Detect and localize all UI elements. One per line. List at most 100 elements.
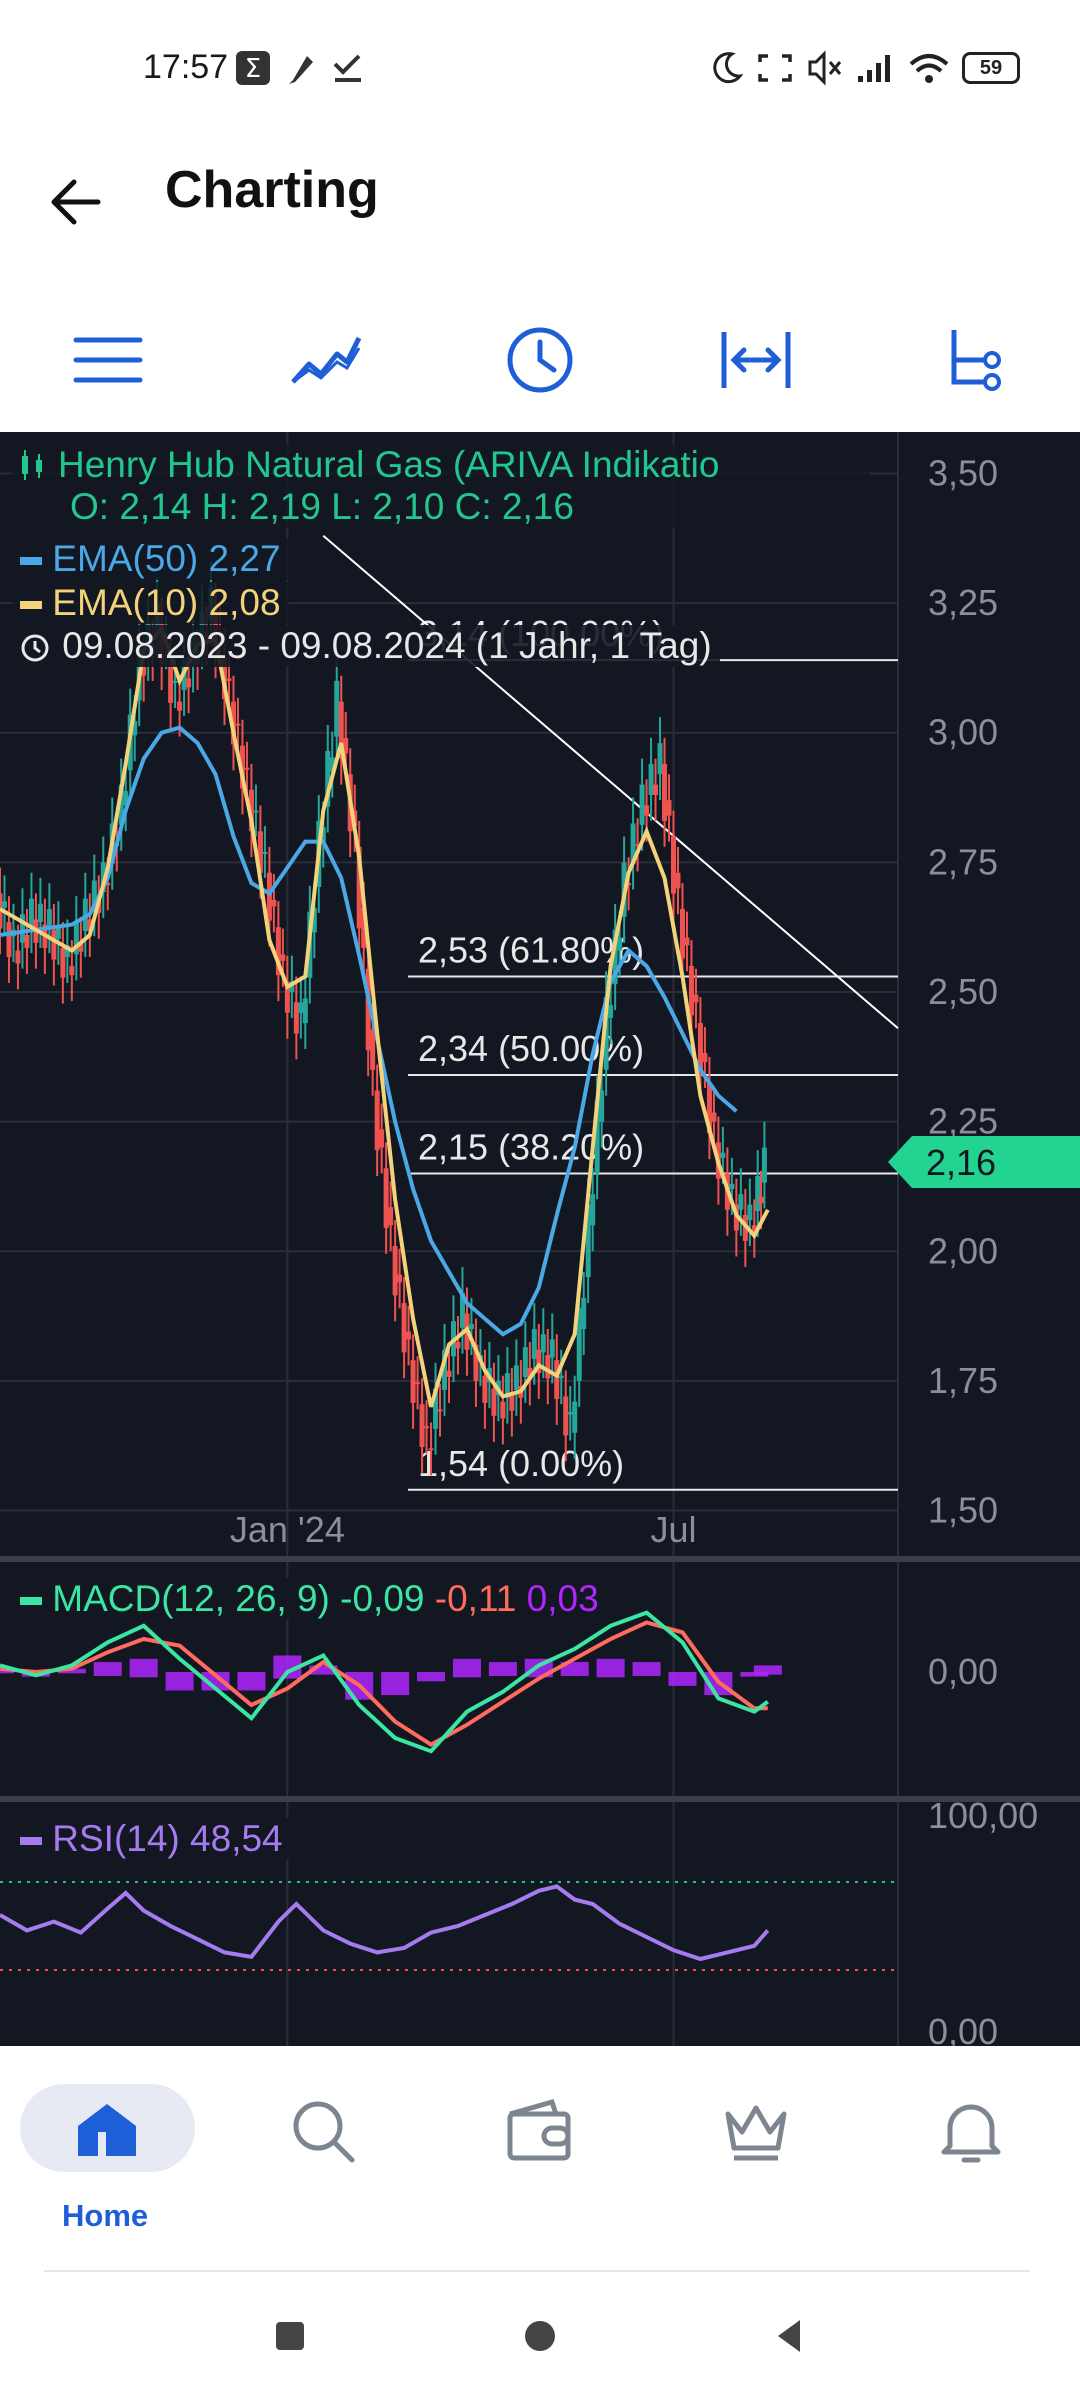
x-tick-label: Jul <box>650 1509 696 1550</box>
clock-icon[interactable] <box>500 324 580 396</box>
histogram-value: 0,03 <box>526 1578 599 1619</box>
macd-histogram-bar <box>488 1662 517 1676</box>
candle-body <box>729 1183 735 1190</box>
candle-body <box>738 1194 744 1210</box>
candle-body <box>401 1303 407 1353</box>
candle-body <box>37 903 43 922</box>
macd-value: -0,09 <box>340 1578 425 1619</box>
candle-body <box>563 1396 569 1436</box>
ema10-legend: EMA(10) 2,08 <box>12 582 289 624</box>
candle-body <box>558 1375 564 1379</box>
candle-body <box>437 1409 443 1412</box>
candle-body <box>51 929 57 960</box>
candle-body <box>383 1168 389 1228</box>
rsi-legend: RSI(14) 48,54 <box>12 1818 291 1860</box>
candle-body <box>415 1382 421 1385</box>
candle-body <box>500 1401 506 1419</box>
y-tick-label: 3,00 <box>928 712 998 753</box>
candle-body <box>666 800 672 816</box>
bell-icon[interactable] <box>938 2096 1004 2168</box>
candle-body <box>244 767 250 770</box>
page-title: Charting <box>165 161 379 219</box>
candle-body <box>19 914 25 943</box>
candle-body <box>424 1426 430 1429</box>
range-icon[interactable] <box>716 324 796 396</box>
rsi-value: 48,54 <box>190 1818 283 1859</box>
rsi-line <box>0 1884 770 1962</box>
candle-body <box>679 909 685 959</box>
macd-histogram-bar <box>237 1672 266 1691</box>
candle-body <box>271 899 277 907</box>
candle-body <box>522 1347 528 1377</box>
candle-body <box>186 678 192 688</box>
home-icon[interactable] <box>72 2100 142 2160</box>
y-tick-label: 2,75 <box>928 841 998 882</box>
candle-body <box>298 1002 304 1013</box>
candle-body <box>468 1323 474 1330</box>
nav-home-label[interactable]: Home <box>62 2198 148 2234</box>
macd-histogram-bar <box>165 1672 194 1691</box>
signal-value: -0,11 <box>434 1578 517 1619</box>
crown-icon[interactable] <box>720 2098 792 2164</box>
candle-body <box>370 1029 376 1070</box>
candle-body <box>262 852 268 854</box>
y-tick-label: 1,75 <box>928 1360 998 1401</box>
current-price-value: 2,16 <box>926 1142 997 1183</box>
macd-y-tick: 0,00 <box>928 1651 998 1692</box>
macd-histogram-bar <box>129 1658 158 1678</box>
candle-body <box>653 784 659 795</box>
rsi-label: RSI(14) <box>52 1818 180 1859</box>
chart-area[interactable]: 3,14 (100.00%)2,53 (61.80%)2,34 (50.00%)… <box>0 432 1080 2047</box>
candle-icon <box>22 450 42 480</box>
recents-square-icon[interactable] <box>274 2320 306 2352</box>
fib-level-label: 1,54 (0.00%) <box>418 1443 624 1484</box>
macd-swatch <box>20 1597 42 1606</box>
candle-body <box>334 680 340 737</box>
menu-icon[interactable] <box>68 324 148 396</box>
macd-histogram-bar <box>417 1672 446 1682</box>
y-tick-label: 2,25 <box>928 1101 998 1142</box>
mute-icon <box>808 50 842 86</box>
clock-small-icon <box>21 634 49 662</box>
back-arrow-icon[interactable] <box>44 170 108 234</box>
candle-body <box>46 909 52 928</box>
back-triangle-icon[interactable] <box>774 2318 806 2354</box>
macd-label: MACD(12, 26, 9) <box>52 1578 330 1619</box>
candle-body <box>531 1329 537 1359</box>
candle-body <box>702 1052 708 1062</box>
home-circle-icon[interactable] <box>522 2318 558 2354</box>
macd-histogram-bar <box>753 1665 782 1675</box>
macd-histogram-bar <box>452 1658 481 1678</box>
line-chart-icon[interactable] <box>285 324 365 396</box>
candle-body <box>24 934 30 948</box>
search-icon[interactable] <box>288 2096 358 2166</box>
candle-body <box>720 1152 726 1158</box>
candle-body <box>688 966 694 1016</box>
app-bar: Charting <box>0 140 1080 250</box>
pane-separator <box>0 1796 1080 1802</box>
chart-canvas[interactable]: 3,14 (100.00%)2,53 (61.80%)2,34 (50.00%)… <box>0 432 1080 2047</box>
candle-body <box>302 998 308 1024</box>
candle-body <box>644 805 650 816</box>
wallet-icon[interactable] <box>504 2098 574 2164</box>
candle-body <box>55 927 61 939</box>
pane-separator <box>0 1556 1080 1562</box>
y-tick-label: 3,50 <box>928 452 998 493</box>
candle-body <box>581 1297 587 1330</box>
candle-body <box>675 872 681 889</box>
candle-body <box>446 1370 452 1377</box>
candle-body <box>419 1404 425 1447</box>
fib-level-label: 2,15 (38.20%) <box>418 1126 644 1167</box>
dnd-moon-icon <box>713 52 744 84</box>
candle-body <box>657 743 663 775</box>
candle-body <box>280 954 286 961</box>
indicator-tree-icon[interactable] <box>932 324 1012 396</box>
status-time: 17:57 <box>143 48 229 86</box>
candle-body <box>684 937 690 946</box>
rsi-swatch <box>20 1837 42 1846</box>
screen-frame-icon <box>758 54 792 82</box>
macd-histogram-bar <box>93 1662 122 1676</box>
candle-body <box>567 1412 573 1415</box>
candle-body <box>293 1002 299 1034</box>
macd-histogram-bar <box>381 1672 410 1696</box>
